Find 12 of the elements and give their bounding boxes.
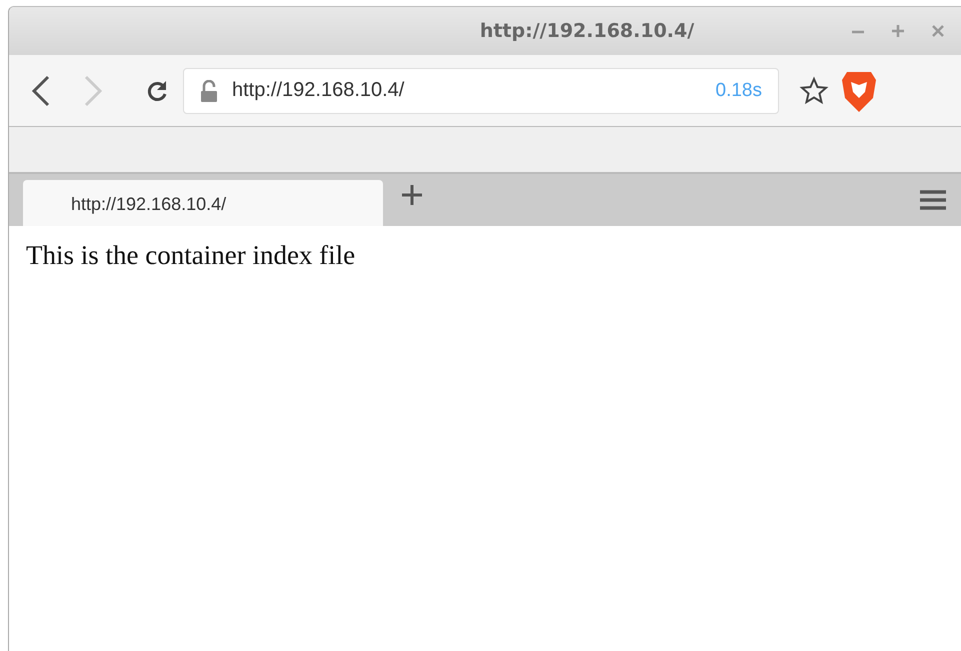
- back-icon[interactable]: [31, 74, 51, 106]
- load-time: 0.18s: [716, 80, 762, 102]
- lock-icon: [200, 80, 218, 102]
- reload-icon[interactable]: [145, 78, 169, 102]
- url-text: http://192.168.10.4/: [232, 79, 406, 102]
- tab[interactable]: http://192.168.10.4/: [23, 180, 383, 226]
- menu-icon[interactable]: [919, 189, 947, 211]
- address-bar[interactable]: http://192.168.10.4/ 0.18s: [183, 68, 779, 114]
- page-text: This is the container index file: [26, 240, 356, 271]
- window-title: http://192.168.10.4/: [478, 20, 696, 42]
- star-icon[interactable]: [799, 76, 829, 106]
- new-tab-icon[interactable]: [401, 184, 423, 206]
